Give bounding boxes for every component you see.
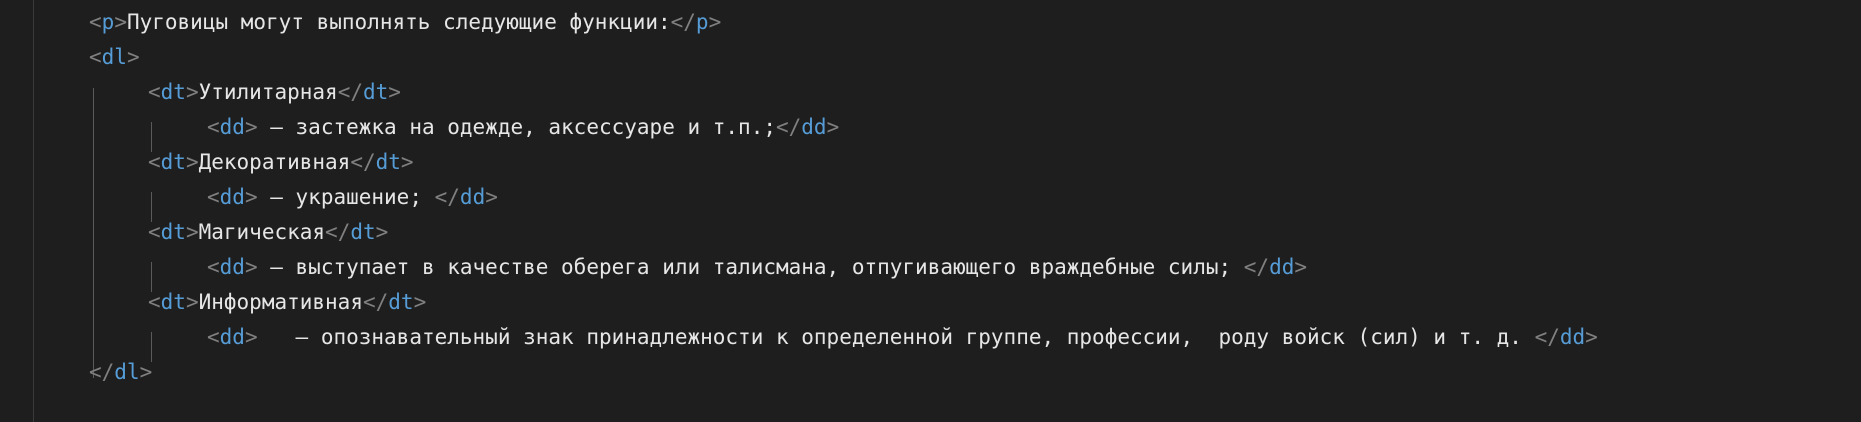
tag-end-open-bracket: </ [775, 115, 802, 139]
tag-end-open-bracket: </ [325, 220, 351, 244]
code-line[interactable]: <dl> [0, 40, 140, 75]
tag-open-bracket: < [207, 115, 220, 139]
tag-end-close-bracket: > [826, 115, 840, 139]
tag-close-bracket: > [114, 10, 127, 34]
tag-close-bracket: > [244, 255, 258, 279]
tag-close-bracket: > [185, 150, 199, 174]
code-line[interactable]: </dl> [0, 355, 152, 390]
line-text: Магическая [198, 220, 326, 244]
tag-end-close-bracket: > [375, 220, 389, 244]
code-line[interactable]: <dt>Декоративная</dt> [0, 145, 414, 180]
tag-close-bracket: > [126, 45, 140, 69]
tag-name: dd [1269, 255, 1295, 279]
tag-name: dd [1559, 325, 1586, 349]
tag-name: dt [388, 290, 414, 314]
tag-open-bracket: < [148, 80, 161, 104]
tag-end-close-bracket: > [708, 10, 722, 34]
tag-open-bracket: < [207, 325, 220, 349]
tag-close-bracket: > [185, 290, 199, 314]
tag-end-close-bracket: > [388, 80, 401, 104]
line-text: – опознавательный знак принадлежности к … [257, 325, 1535, 349]
tag-close-bracket: > [185, 220, 199, 244]
tag-end-open-bracket: </ [350, 150, 376, 174]
tag-end-open-bracket: </ [1243, 255, 1270, 279]
tag-open-bracket: < [89, 10, 102, 34]
code-line[interactable]: <dt>Магическая</dt> [0, 215, 388, 250]
tag-close-bracket: > [244, 185, 258, 209]
tag-end-open-bracket: </ [89, 360, 115, 384]
code-line[interactable]: <dt>Утилитарная</dt> [0, 75, 401, 110]
tag-close-bracket: > [244, 115, 258, 139]
tag-end-open-bracket: </ [434, 185, 460, 209]
tag-end-open-bracket: </ [1534, 325, 1560, 349]
tag-end-open-bracket: </ [362, 290, 389, 314]
code-line[interactable]: <dd> – украшение; </dd> [0, 180, 498, 215]
line-text: – украшение; [257, 185, 435, 209]
tag-open-bracket: < [207, 185, 220, 209]
code-editor[interactable]: <p>Пуговицы могут выполнять следующие фу… [0, 0, 1861, 422]
tag-end-close-bracket: > [1294, 255, 1308, 279]
code-line[interactable]: <dd> — застежка на одежде, аксессуаре и … [0, 110, 839, 145]
tag-end-open-bracket: </ [670, 10, 696, 34]
line-text: Пуговицы могут выполнять следующие функц… [126, 10, 671, 34]
tag-end-close-bracket: > [413, 290, 427, 314]
tag-name: dt [350, 220, 376, 244]
code-line[interactable]: <p>Пуговицы могут выполнять следующие фу… [0, 5, 721, 40]
line-text: — застежка на одежде, аксессуаре и т.п.; [257, 115, 776, 139]
tag-end-close-bracket: > [1585, 325, 1598, 349]
tag-close-bracket: > [244, 325, 258, 349]
line-text: Декоративная [198, 150, 351, 174]
tag-name: dd [219, 185, 245, 209]
code-line[interactable]: <dt>Информативная</dt> [0, 285, 426, 320]
tag-name: dl [114, 360, 140, 384]
tag-name: dd [219, 255, 245, 279]
tag-end-close-bracket: > [485, 185, 498, 209]
tag-end-open-bracket: </ [337, 80, 363, 104]
tag-name: dt [160, 290, 186, 314]
tag-open-bracket: < [148, 220, 161, 244]
tag-name: dd [801, 115, 827, 139]
tag-name: p [101, 10, 115, 34]
tag-close-bracket: > [185, 80, 199, 104]
tag-name: dt [362, 80, 389, 104]
tag-name: dd [219, 115, 245, 139]
tag-name: dl [101, 45, 127, 69]
tag-open-bracket: < [207, 255, 220, 279]
tag-name: dt [160, 80, 186, 104]
tag-name: dt [160, 220, 186, 244]
tag-name: dt [160, 150, 186, 174]
tag-name: dd [459, 185, 486, 209]
tag-name: p [695, 10, 709, 34]
line-text: Информативная [198, 290, 363, 314]
tag-name: dt [375, 150, 401, 174]
line-text: Утилитарная [198, 80, 338, 104]
code-line[interactable]: <dd> – опознавательный знак принадлежнос… [0, 320, 1598, 355]
tag-open-bracket: < [89, 45, 102, 69]
line-text: – выступает в качестве оберега или талис… [257, 255, 1244, 279]
tag-name: dd [219, 325, 245, 349]
tag-end-close-bracket: > [139, 360, 153, 384]
tag-open-bracket: < [148, 290, 161, 314]
code-line[interactable]: <dd> – выступает в качестве оберега или … [0, 250, 1307, 285]
tag-open-bracket: < [148, 150, 161, 174]
tag-end-close-bracket: > [400, 150, 414, 174]
